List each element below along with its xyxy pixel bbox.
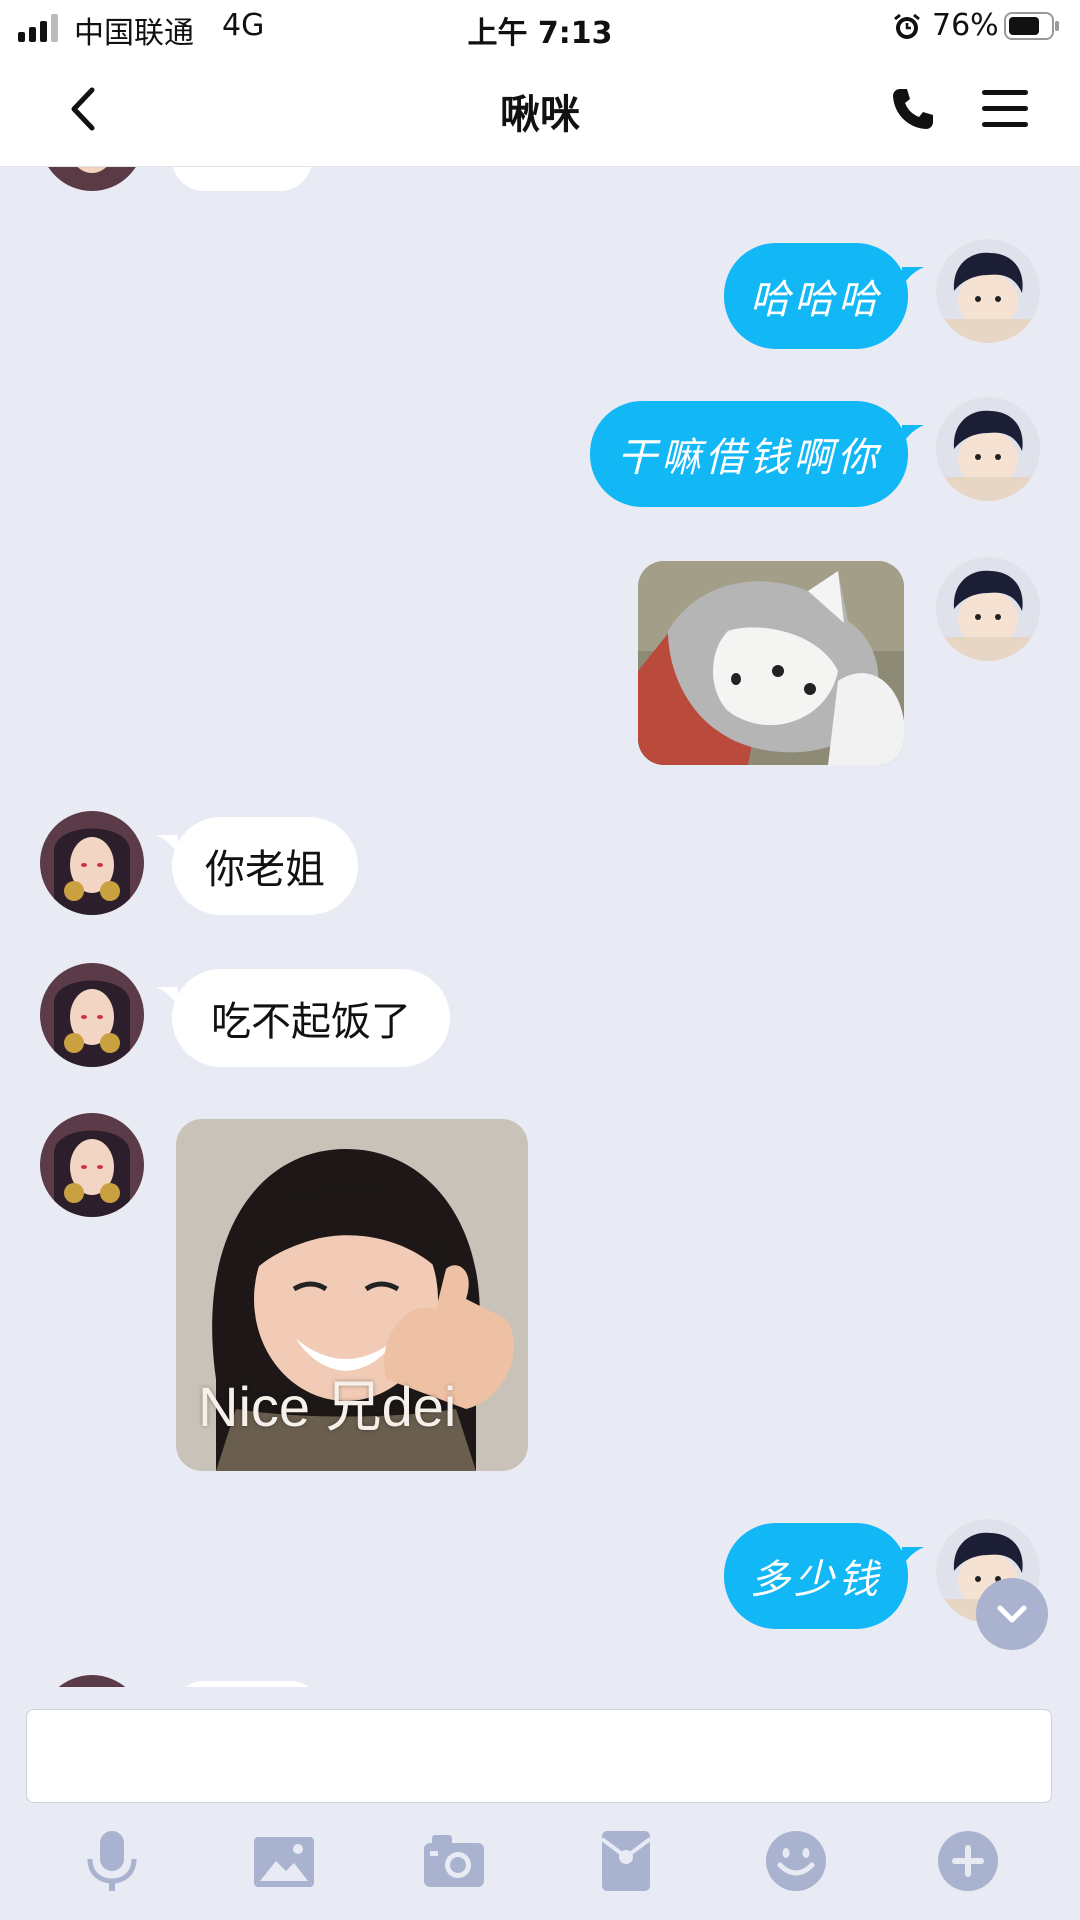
message-bubble-sent[interactable]: 哈哈哈 xyxy=(724,243,908,349)
red-packet-icon[interactable] xyxy=(594,1829,658,1893)
sticker-caption: Nice 兄dei xyxy=(198,1375,457,1438)
my-avatar[interactable] xyxy=(936,239,1040,343)
contact-avatar-image xyxy=(40,1113,144,1217)
chat-area[interactable]: 哈哈哈 干嘛借钱啊你 你老姐 吃不起饭了 Nice 兄dei 多少钱 xyxy=(0,167,1080,1687)
message-bubble-partial xyxy=(172,167,312,191)
dog-sticker[interactable] xyxy=(638,561,904,765)
alarm-icon xyxy=(894,13,920,39)
phone-icon[interactable] xyxy=(890,86,936,132)
contact-avatar[interactable] xyxy=(40,167,144,191)
emoji-icon[interactable] xyxy=(764,1829,828,1893)
contact-avatar[interactable] xyxy=(40,1675,144,1687)
contact-avatar[interactable] xyxy=(40,811,144,915)
contact-avatar-image xyxy=(40,963,144,1067)
message-bubble-sent[interactable]: 多少钱 xyxy=(724,1523,908,1629)
my-avatar[interactable] xyxy=(936,557,1040,661)
camera-icon[interactable] xyxy=(422,1829,486,1893)
contact-avatar-image xyxy=(40,811,144,915)
status-bar: 中国联通 4G 上午 7:13 76% xyxy=(0,0,1080,56)
message-input[interactable] xyxy=(26,1709,1052,1803)
chevron-down-icon xyxy=(997,1605,1027,1623)
thumbs-up-girl-sticker[interactable]: Nice 兄dei xyxy=(176,1119,528,1471)
battery-percent: 76% xyxy=(932,8,999,43)
image-icon[interactable] xyxy=(252,1829,316,1893)
bubble-tail xyxy=(902,1547,924,1567)
bubble-tail xyxy=(902,425,924,445)
contact-avatar[interactable] xyxy=(40,1113,144,1217)
plus-icon[interactable] xyxy=(936,1829,1000,1893)
menu-icon[interactable] xyxy=(982,88,1028,130)
contact-avatar-image xyxy=(40,1675,144,1687)
scroll-to-bottom-button[interactable] xyxy=(976,1578,1048,1650)
contact-avatar[interactable] xyxy=(40,963,144,1067)
message-bubble-received[interactable]: 你老姐 xyxy=(172,817,358,915)
my-avatar-image xyxy=(936,557,1040,661)
microphone-icon[interactable] xyxy=(80,1829,144,1893)
message-bubble-received[interactable]: 吃不起饭了 xyxy=(172,969,450,1067)
bubble-tail xyxy=(902,267,924,287)
my-avatar-image xyxy=(936,239,1040,343)
dog-sticker-icon xyxy=(638,561,904,765)
contact-avatar-image xyxy=(40,167,144,191)
battery-icon xyxy=(1004,12,1059,40)
input-area xyxy=(0,1687,1080,1920)
my-avatar[interactable] xyxy=(936,397,1040,501)
top-bar: 中国联通 4G 上午 7:13 76% 啾咪 xyxy=(0,0,1080,167)
my-avatar-image xyxy=(936,397,1040,501)
message-bubble-sent[interactable]: 干嘛借钱啊你 xyxy=(590,401,908,507)
